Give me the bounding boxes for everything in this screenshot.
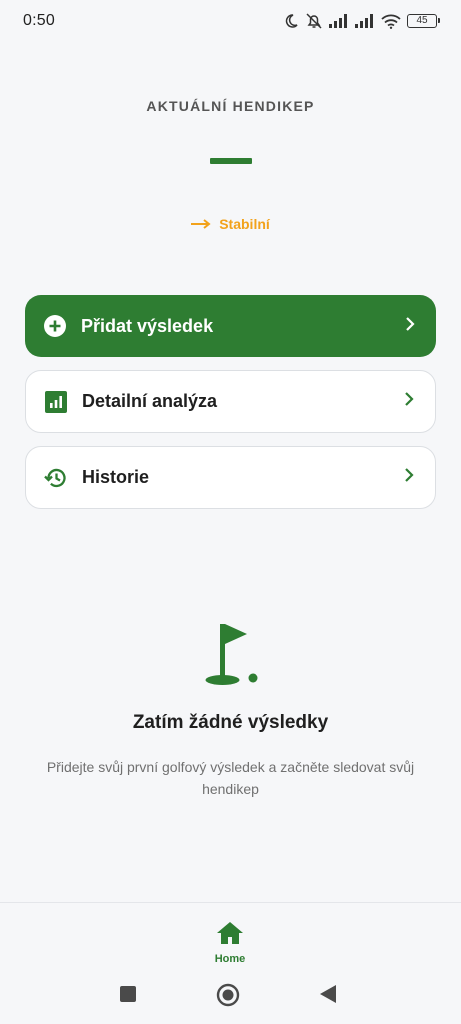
detailed-analysis-button[interactable]: Detailní analýza [25, 370, 436, 433]
bell-off-icon [305, 12, 323, 30]
moon-icon [283, 13, 299, 29]
handicap-trend: Stabilní [0, 216, 461, 232]
signal-icon [329, 14, 349, 28]
battery-icon: 45 [407, 14, 440, 28]
wifi-icon [381, 14, 401, 29]
chevron-right-icon [403, 391, 415, 412]
history-icon [44, 466, 68, 490]
empty-state-title: Zatím žádné výsledky [132, 712, 329, 733]
add-circle-icon [43, 314, 67, 338]
bottom-navigation: Home [0, 902, 461, 968]
history-label: Historie [82, 467, 150, 487]
nav-home-label: Home [214, 953, 246, 965]
history-button[interactable]: Historie [25, 446, 436, 509]
home-icon [216, 921, 244, 950]
signal-icon-2 [355, 14, 375, 28]
status-icons: 45 [283, 12, 440, 30]
chevron-right-icon [404, 316, 416, 337]
handicap-trend-label: Stabilní [219, 216, 270, 232]
status-bar: 0:50 45 [0, 0, 461, 42]
add-result-label: Přidat výsledek [81, 315, 214, 336]
arrow-right-icon [191, 216, 211, 232]
home-system-button[interactable] [216, 983, 240, 1012]
system-navigation-bar [0, 968, 461, 1024]
app-screen: 0:50 45 AKTUÁLNÍ HENDIKEP Stabilní Přida… [0, 0, 461, 1024]
recents-button[interactable] [119, 985, 137, 1008]
chevron-right-icon [403, 467, 415, 488]
add-result-button[interactable]: Přidat výsledek [25, 295, 436, 357]
handicap-label: AKTUÁLNÍ HENDIKEP [146, 98, 315, 114]
analytics-icon [44, 390, 68, 414]
back-button[interactable] [319, 984, 337, 1009]
empty-state-description: Přidejte svůj první golfový výsledek a z… [46, 759, 415, 797]
detailed-analysis-label: Detailní analýza [82, 391, 218, 411]
golf-flag-icon [203, 622, 263, 688]
handicap-value [210, 158, 252, 164]
nav-item-home[interactable]: Home [200, 921, 260, 969]
status-time: 0:50 [23, 12, 55, 29]
